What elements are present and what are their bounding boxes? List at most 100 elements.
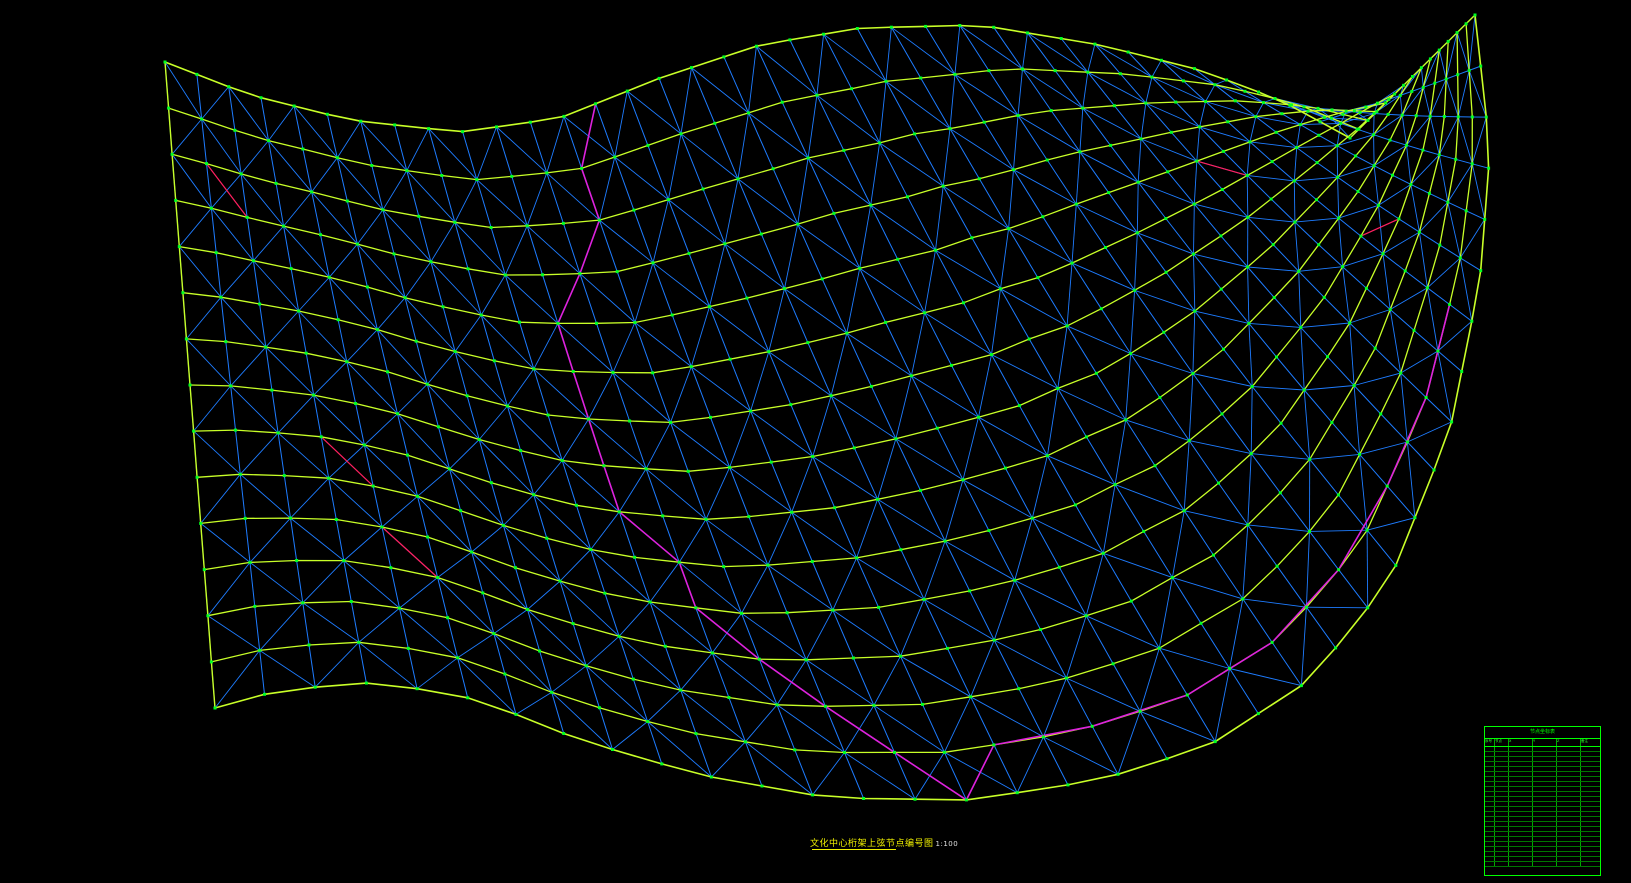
web-diagonal [1359, 441, 1408, 455]
node-marker [820, 277, 824, 281]
node-marker [625, 89, 629, 93]
node-marker [1164, 217, 1168, 220]
node-marker [1355, 127, 1359, 131]
web-diagonal [900, 655, 971, 698]
node-marker [1386, 112, 1390, 116]
web-member [1175, 101, 1200, 128]
node-marker [1394, 563, 1398, 567]
web-diagonal [1205, 84, 1216, 102]
node-marker [349, 600, 353, 603]
table-cell [1495, 847, 1509, 851]
table-cell [1485, 817, 1495, 821]
web-diagonal [1247, 266, 1250, 324]
node-marker [312, 393, 316, 397]
web-member [1042, 216, 1073, 264]
node-marker [1045, 454, 1049, 458]
web-diagonal [923, 540, 946, 600]
web-member [970, 696, 995, 746]
node-marker [670, 313, 674, 317]
node-marker [440, 174, 444, 177]
web-diagonal [1079, 151, 1139, 183]
node-marker [174, 198, 178, 202]
table-cell [1485, 812, 1495, 816]
web-diagonal [1139, 648, 1160, 712]
node-marker [1391, 173, 1394, 177]
web-member [259, 650, 265, 695]
node-marker [475, 178, 479, 182]
web-diagonal [328, 276, 378, 330]
node-marker [713, 121, 717, 125]
web-diagonal [942, 128, 951, 187]
web-diagonal [1426, 287, 1439, 352]
node-marker [495, 125, 498, 129]
table-cell [1581, 862, 1600, 866]
edge-chord [164, 61, 170, 109]
web-diagonal [1406, 441, 1416, 518]
web-diagonal [1248, 322, 1301, 328]
web-member [1429, 192, 1449, 203]
node-marker [934, 248, 937, 252]
web-diagonal [1140, 103, 1147, 139]
table-cell [1485, 767, 1495, 771]
node-marker [560, 459, 564, 462]
node-marker [1107, 191, 1111, 195]
web-member [1446, 74, 1458, 80]
web-member [230, 385, 236, 431]
table-cell [1581, 762, 1600, 766]
web-diagonal [1353, 385, 1361, 455]
table-cell [1495, 822, 1509, 826]
web-diagonal [1137, 138, 1142, 183]
web-diagonal [1410, 184, 1420, 233]
node-marker [1074, 202, 1078, 206]
web-member [914, 133, 944, 187]
node-marker [446, 616, 450, 620]
web-member [1373, 165, 1393, 176]
web-diagonal [1043, 736, 1119, 775]
web-member [308, 644, 316, 688]
node-marker [436, 576, 440, 579]
node-marker [1352, 109, 1356, 113]
node-marker [884, 79, 888, 83]
web-member [1300, 327, 1328, 358]
web-member [1342, 266, 1367, 289]
caption-scale: 1:100 [935, 840, 959, 848]
web-member [1380, 413, 1408, 443]
web-diagonal [910, 312, 926, 376]
web-diagonal [816, 34, 825, 96]
web-diagonal [791, 456, 814, 513]
web-member [1389, 309, 1415, 331]
table-cell [1581, 827, 1600, 831]
node-marker [789, 403, 793, 407]
web-member [335, 519, 345, 561]
web-diagonal [711, 741, 746, 778]
web-diagonal [1447, 202, 1461, 258]
web-diagonal [1085, 553, 1104, 616]
node-marker [754, 44, 758, 48]
web-diagonal [1459, 257, 1473, 322]
web-diagonal [954, 25, 961, 75]
node-marker [810, 560, 814, 563]
web-member [1353, 385, 1382, 415]
node-marker [243, 516, 247, 520]
table-cell [1495, 842, 1509, 846]
web-diagonal [417, 468, 450, 497]
node-marker [1298, 123, 1302, 127]
web-member [1472, 163, 1489, 169]
web-diagonal [406, 128, 429, 171]
node-marker [1221, 149, 1225, 153]
web-member [201, 118, 207, 164]
node-marker [370, 164, 374, 167]
table-cell [1509, 862, 1533, 866]
node-marker [1409, 182, 1413, 186]
web-member [1449, 304, 1473, 322]
web-diagonal [1296, 145, 1338, 149]
web-diagonal [652, 199, 669, 263]
web-member [355, 403, 365, 446]
node-marker [1015, 791, 1019, 795]
web-diagonal [1158, 577, 1173, 649]
node-marker [416, 494, 419, 498]
web-member [1357, 191, 1379, 206]
node-marker [1213, 83, 1217, 87]
web-member [1065, 677, 1093, 727]
node-marker [850, 87, 854, 91]
